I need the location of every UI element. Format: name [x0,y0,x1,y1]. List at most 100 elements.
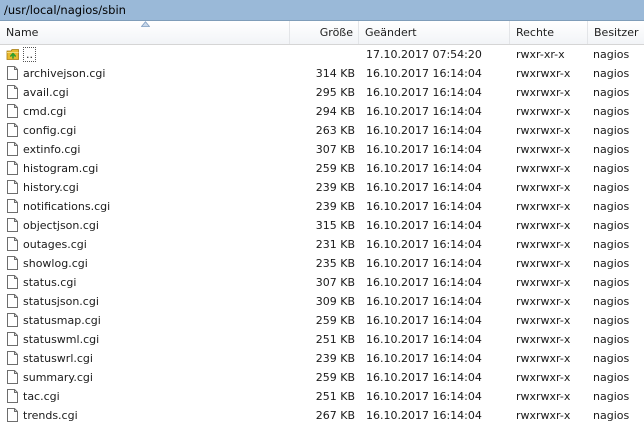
parent-owner-cell: nagios [593,48,630,61]
file-modified-cell: 16.10.2017 16:14:04 [366,86,482,99]
parent-size-cell [290,45,355,64]
file-name-cell: showlog.cgi [0,254,290,273]
table-row[interactable]: statuswml.cgi 251 KB 16.10.2017 16:14:04 rw… [0,330,644,349]
file-name: showlog.cgi [23,257,88,270]
parent-directory-row[interactable]: .. 17.10.2017 07:54:20 rwxr-xr-x nagios [0,45,644,64]
column-header-size[interactable]: Größe [290,21,359,44]
table-row[interactable]: statusjson.cgi 309 KB 16.10.2017 16:14:04 r… [0,292,644,311]
file-icon [7,351,18,365]
file-owner-cell: nagios [593,333,630,346]
table-row[interactable]: summary.cgi 259 KB 16.10.2017 16:14:04 rwxr… [0,368,644,387]
table-row[interactable]: avail.cgi 295 KB 16.10.2017 16:14:04 rwxrwx… [0,83,644,102]
file-modified-cell: 16.10.2017 16:14:04 [366,181,482,194]
file-name-cell: histogram.cgi [0,159,290,178]
file-permissions-cell: rwxrwxr-x [516,390,571,403]
file-modified-cell: 16.10.2017 16:14:04 [366,276,482,289]
file-size-cell: 239 KB [315,352,355,365]
file-modified-cell: 16.10.2017 16:14:04 [366,105,482,118]
file-name-cell: objectjson.cgi [0,216,290,235]
file-name: trends.cgi [23,409,78,422]
column-header-owner-label: Besitzer [594,26,639,39]
file-icon [7,199,18,213]
file-modified-cell: 16.10.2017 16:14:04 [366,409,482,422]
file-owner-cell: nagios [593,200,630,213]
file-icon [7,161,18,175]
file-icon [7,294,18,308]
path-bar[interactable]: /usr/local/nagios/sbin [0,0,644,21]
file-permissions-cell: rwxrwxr-x [516,181,571,194]
file-owner-cell: nagios [593,181,630,194]
table-row[interactable]: statuswrl.cgi 239 KB 16.10.2017 16:14:04 rw… [0,349,644,368]
file-name: statusjson.cgi [23,295,99,308]
table-row[interactable]: notifications.cgi 239 KB 16.10.2017 16:14:… [0,197,644,216]
table-row[interactable]: trends.cgi 267 KB 16.10.2017 16:14:04 rwxrw… [0,406,644,425]
file-modified-cell: 16.10.2017 16:14:04 [366,219,482,232]
file-name: outages.cgi [23,238,87,251]
file-name: statuswrl.cgi [23,352,93,365]
table-row[interactable]: histogram.cgi 259 KB 16.10.2017 16:14:04 rw… [0,159,644,178]
file-name: status.cgi [23,276,77,289]
file-owner-cell: nagios [593,352,630,365]
file-size-cell: 251 KB [315,390,355,403]
file-permissions-cell: rwxrwxr-x [516,219,571,232]
file-modified-cell: 16.10.2017 16:14:04 [366,257,482,270]
column-header-name-label: Name [6,26,39,39]
file-icon [7,142,18,156]
table-row[interactable]: config.cgi 263 KB 16.10.2017 16:14:04 rwxrw… [0,121,644,140]
file-size-cell: 251 KB [315,333,355,346]
file-permissions-cell: rwxrwxr-x [516,352,571,365]
table-row[interactable]: status.cgi 307 KB 16.10.2017 16:14:04 rwxrw… [0,273,644,292]
table-row[interactable]: tac.cgi 251 KB 16.10.2017 16:14:04 rwxrwxr-… [0,387,644,406]
file-owner-cell: nagios [593,143,630,156]
file-owner-cell: nagios [593,219,630,232]
file-permissions-cell: rwxrwxr-x [516,314,571,327]
file-size-cell: 314 KB [315,67,355,80]
file-size-cell: 307 KB [315,143,355,156]
table-row[interactable]: history.cgi 239 KB 16.10.2017 16:14:04 rwxr… [0,178,644,197]
file-owner-cell: nagios [593,67,630,80]
file-name: statusmap.cgi [23,314,101,327]
file-name-cell: status.cgi [0,273,290,292]
file-owner-cell: nagios [593,371,630,384]
file-icon [7,180,18,194]
file-modified-cell: 16.10.2017 16:14:04 [366,314,482,327]
column-header-permissions[interactable]: Rechte [510,21,588,44]
file-permissions-cell: rwxrwxr-x [516,67,571,80]
file-modified-cell: 16.10.2017 16:14:04 [366,67,482,80]
table-row[interactable]: statusmap.cgi 259 KB 16.10.2017 16:14:04 rw… [0,311,644,330]
file-name-cell: statuswml.cgi [0,330,290,349]
file-name-cell: archivejson.cgi [0,64,290,83]
file-icon [7,275,18,289]
file-permissions-cell: rwxrwxr-x [516,124,571,137]
file-name-cell: trends.cgi [0,406,290,425]
file-modified-cell: 16.10.2017 16:14:04 [366,162,482,175]
table-row[interactable]: archivejson.cgi 314 KB 16.10.2017 16:14:04… [0,64,644,83]
table-row[interactable]: outages.cgi 231 KB 16.10.2017 16:14:04 rwxr… [0,235,644,254]
file-name: summary.cgi [23,371,93,384]
table-row[interactable]: cmd.cgi 294 KB 16.10.2017 16:14:04 rwxrwxr-… [0,102,644,121]
file-name: cmd.cgi [23,105,67,118]
file-name-cell: extinfo.cgi [0,140,290,159]
file-size-cell: 307 KB [315,276,355,289]
file-icon [7,256,18,270]
file-owner-cell: nagios [593,276,630,289]
table-row[interactable]: extinfo.cgi 307 KB 16.10.2017 16:14:04 rwxr… [0,140,644,159]
file-modified-cell: 16.10.2017 16:14:04 [366,200,482,213]
column-header-name[interactable]: Name [0,21,290,44]
file-name: avail.cgi [23,86,69,99]
file-owner-cell: nagios [593,295,630,308]
file-permissions-cell: rwxrwxr-x [516,200,571,213]
file-list[interactable]: .. 17.10.2017 07:54:20 rwxr-xr-x nagios … [0,45,644,436]
table-row[interactable]: objectjson.cgi 315 KB 16.10.2017 16:14:04 r… [0,216,644,235]
folder-up-icon [6,49,19,60]
column-header-modified[interactable]: Geändert [359,21,510,44]
file-name: history.cgi [23,181,79,194]
file-name: extinfo.cgi [23,143,81,156]
file-size-cell: 295 KB [315,86,355,99]
column-header-owner[interactable]: Besitzer [588,21,644,44]
table-row[interactable]: showlog.cgi 235 KB 16.10.2017 16:14:04 rwxr… [0,254,644,273]
file-permissions-cell: rwxrwxr-x [516,295,571,308]
file-owner-cell: nagios [593,162,630,175]
file-owner-cell: nagios [593,409,630,422]
file-name: archivejson.cgi [23,67,106,80]
